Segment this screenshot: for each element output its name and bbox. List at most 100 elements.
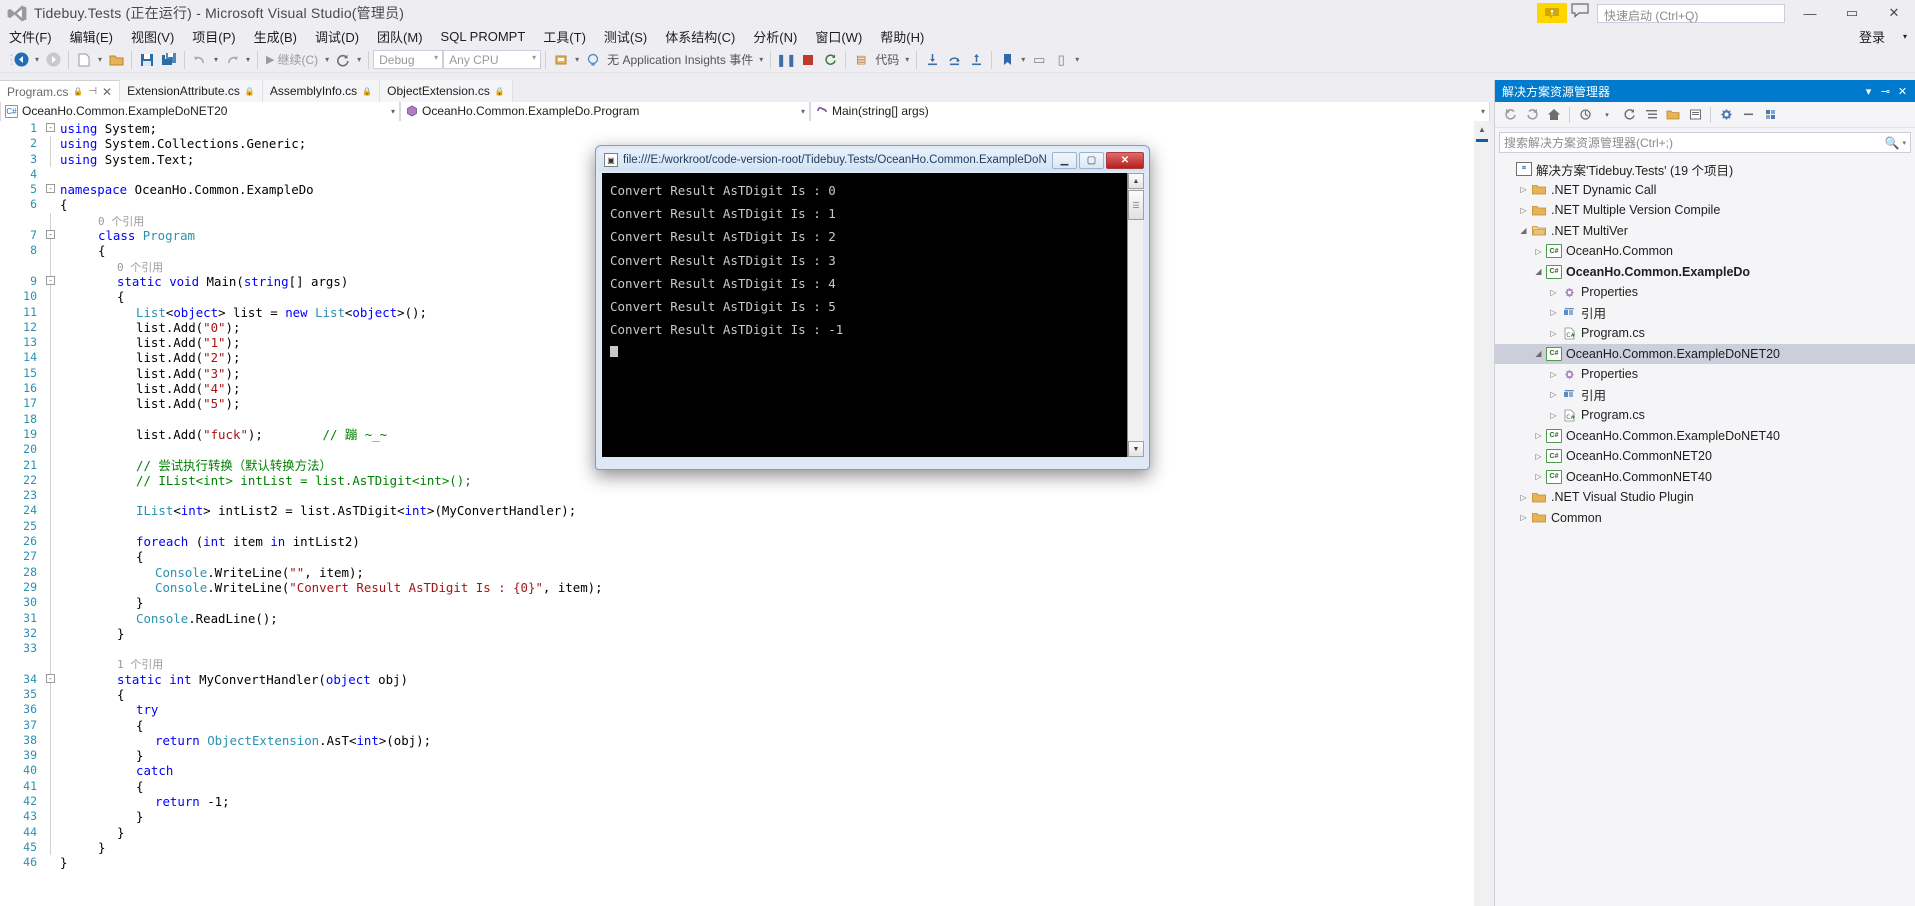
code-line[interactable]: 24 IList<int> intList2 = list.AsTDigit<in…: [0, 503, 1474, 519]
menu-item-7[interactable]: SQL PROMPT: [432, 27, 535, 46]
tree-item[interactable]: ▷ C# OceanHo.Common: [1495, 241, 1915, 262]
menu-item-6[interactable]: 团队(M): [368, 25, 432, 48]
menu-item-0[interactable]: 文件(F): [0, 25, 61, 48]
document-tab-1[interactable]: ExtensionAttribute.cs 🔒: [120, 80, 263, 102]
fold-margin[interactable]: [44, 151, 60, 167]
close-button[interactable]: ✕: [1873, 0, 1915, 26]
tree-item[interactable]: ◢ C# OceanHo.Common.ExampleDoNET20: [1495, 343, 1915, 364]
code-line[interactable]: 34- static int MyConvertHandler(object ob…: [0, 671, 1474, 687]
console-scroll-thumb[interactable]: ☰: [1128, 190, 1144, 220]
save-all-icon[interactable]: [158, 49, 180, 71]
console-maximize-button[interactable]: ▢: [1079, 151, 1104, 169]
fold-margin[interactable]: [44, 534, 60, 550]
collapsed-arrow-icon[interactable]: ▷: [1516, 185, 1531, 194]
code-line[interactable]: 38 return ObjectExtension.AsT<int>(obj);: [0, 732, 1474, 749]
tree-item[interactable]: ⌗ 解决方案'Tidebuy.Tests' (19 个项目): [1495, 159, 1915, 180]
code-line[interactable]: 1 个引用: [0, 656, 1474, 672]
app-insights-caret-icon[interactable]: ▾: [756, 49, 766, 71]
project-scope-combo[interactable]: C# OceanHo.Common.ExampleDoNET20 ▾: [0, 101, 400, 121]
fold-margin[interactable]: [44, 656, 60, 672]
collapse-toggle-icon[interactable]: -: [46, 673, 55, 683]
pause-icon[interactable]: ❚❚: [775, 49, 797, 71]
new-file-icon[interactable]: [73, 49, 95, 71]
document-tab-3[interactable]: ObjectExtension.cs 🔒: [380, 80, 513, 102]
editor-scroll-thumb[interactable]: [1476, 139, 1488, 142]
more-toolbar-caret-icon[interactable]: ▾: [1072, 49, 1082, 71]
console-scroll-up-icon[interactable]: ▲: [1128, 173, 1144, 189]
code-line[interactable]: 42 return -1;: [0, 794, 1474, 810]
console-output-area[interactable]: Convert Result AsTDigit Is : 0 Convert Re…: [602, 173, 1144, 457]
console-title-bar[interactable]: ▣ file:///E:/workroot/code-version-root/…: [599, 149, 1146, 171]
save-icon[interactable]: [136, 49, 158, 71]
menu-item-13[interactable]: 帮助(H): [871, 25, 933, 48]
step-over-icon[interactable]: [943, 49, 965, 71]
fold-margin[interactable]: [44, 212, 60, 229]
fold-margin[interactable]: [44, 610, 60, 626]
console-vertical-scrollbar[interactable]: ▲ ☰ ▼: [1127, 173, 1144, 457]
pin-icon[interactable]: ⊸: [1877, 81, 1894, 101]
type-scope-combo[interactable]: OceanHo.Common.ExampleDo.Program ▾: [400, 101, 810, 121]
code-line[interactable]: 39}: [0, 748, 1474, 764]
collapse-all-icon[interactable]: [1641, 105, 1661, 125]
tab-pin-lock-icon[interactable]: 🔒: [73, 87, 83, 96]
code-line[interactable]: 43}: [0, 809, 1474, 825]
comment-selection-icon[interactable]: ▭: [1028, 49, 1050, 71]
tree-item[interactable]: ▷ .NET Multiple Version Compile: [1495, 200, 1915, 221]
collapsed-arrow-icon[interactable]: ▷: [1546, 308, 1561, 317]
navigate-back-caret-icon[interactable]: ▾: [32, 49, 42, 71]
editor-vertical-scrollbar[interactable]: ╪ ▲: [1474, 121, 1490, 906]
properties-icon[interactable]: [1716, 105, 1736, 125]
fold-margin[interactable]: [44, 335, 60, 351]
fold-margin[interactable]: -: [44, 228, 60, 244]
open-file-icon[interactable]: [105, 49, 127, 71]
tab-pin-icon[interactable]: ⊣: [88, 86, 97, 97]
fold-margin[interactable]: [44, 411, 60, 427]
menu-item-2[interactable]: 视图(V): [122, 25, 183, 48]
restart-icon[interactable]: [819, 49, 841, 71]
fold-margin[interactable]: [44, 503, 60, 519]
configuration-combo[interactable]: Debug: [373, 50, 444, 69]
tree-item[interactable]: ◢ .NET MultiVer: [1495, 221, 1915, 242]
expanded-arrow-icon[interactable]: ◢: [1516, 226, 1531, 235]
console-minimize-button[interactable]: ▁: [1052, 151, 1077, 169]
chevron-down-icon[interactable]: ▾: [1902, 139, 1906, 147]
fold-margin[interactable]: [44, 778, 60, 795]
code-line[interactable]: 35 {: [0, 686, 1474, 703]
tree-item[interactable]: ▷ Properties: [1495, 364, 1915, 385]
fold-margin[interactable]: [44, 258, 60, 274]
fold-margin[interactable]: [44, 365, 60, 382]
console-window[interactable]: ▣ file:///E:/workroot/code-version-root/…: [595, 145, 1150, 470]
step-out-icon[interactable]: [965, 49, 987, 71]
fold-margin[interactable]: [44, 595, 60, 611]
fold-margin[interactable]: [44, 748, 60, 764]
collapsed-arrow-icon[interactable]: ▷: [1546, 288, 1561, 297]
code-line[interactable]: 33: [0, 641, 1474, 657]
tab-close-icon[interactable]: ✕: [102, 85, 112, 99]
fold-margin[interactable]: [44, 763, 60, 779]
preview-selected-items-icon[interactable]: [1685, 105, 1705, 125]
class-view-icon[interactable]: [1760, 105, 1780, 125]
tree-item[interactable]: ▷ C# Program.cs: [1495, 323, 1915, 344]
collapsed-arrow-icon[interactable]: ▷: [1531, 431, 1546, 440]
fold-margin[interactable]: [44, 732, 60, 749]
code-line[interactable]: 22 // IList<int> intList = list.AsTDigit<…: [0, 472, 1474, 489]
fold-margin[interactable]: [44, 839, 60, 856]
fold-margin[interactable]: [44, 167, 60, 182]
collapsed-arrow-icon[interactable]: ▷: [1546, 370, 1561, 379]
fold-margin[interactable]: [44, 457, 60, 473]
pending-changes-filter-icon[interactable]: [1738, 105, 1758, 125]
tree-item[interactable]: ▷ C# Program.cs: [1495, 405, 1915, 426]
fold-margin[interactable]: [44, 824, 60, 840]
collapsed-arrow-icon[interactable]: ▷: [1546, 390, 1561, 399]
forward-icon[interactable]: [1522, 105, 1542, 125]
fold-margin[interactable]: [44, 717, 60, 733]
menu-item-10[interactable]: 体系结构(C): [656, 25, 744, 48]
fold-margin[interactable]: [44, 518, 60, 535]
fold-margin[interactable]: [44, 702, 60, 718]
fold-margin[interactable]: [44, 426, 60, 443]
scroll-up-arrow-icon[interactable]: ▲: [1474, 121, 1490, 137]
fold-margin[interactable]: [44, 319, 60, 336]
code-caret-icon[interactable]: ▾: [902, 49, 912, 71]
menu-item-11[interactable]: 分析(N): [744, 25, 806, 48]
code-line[interactable]: 1- using System;: [0, 121, 1474, 136]
